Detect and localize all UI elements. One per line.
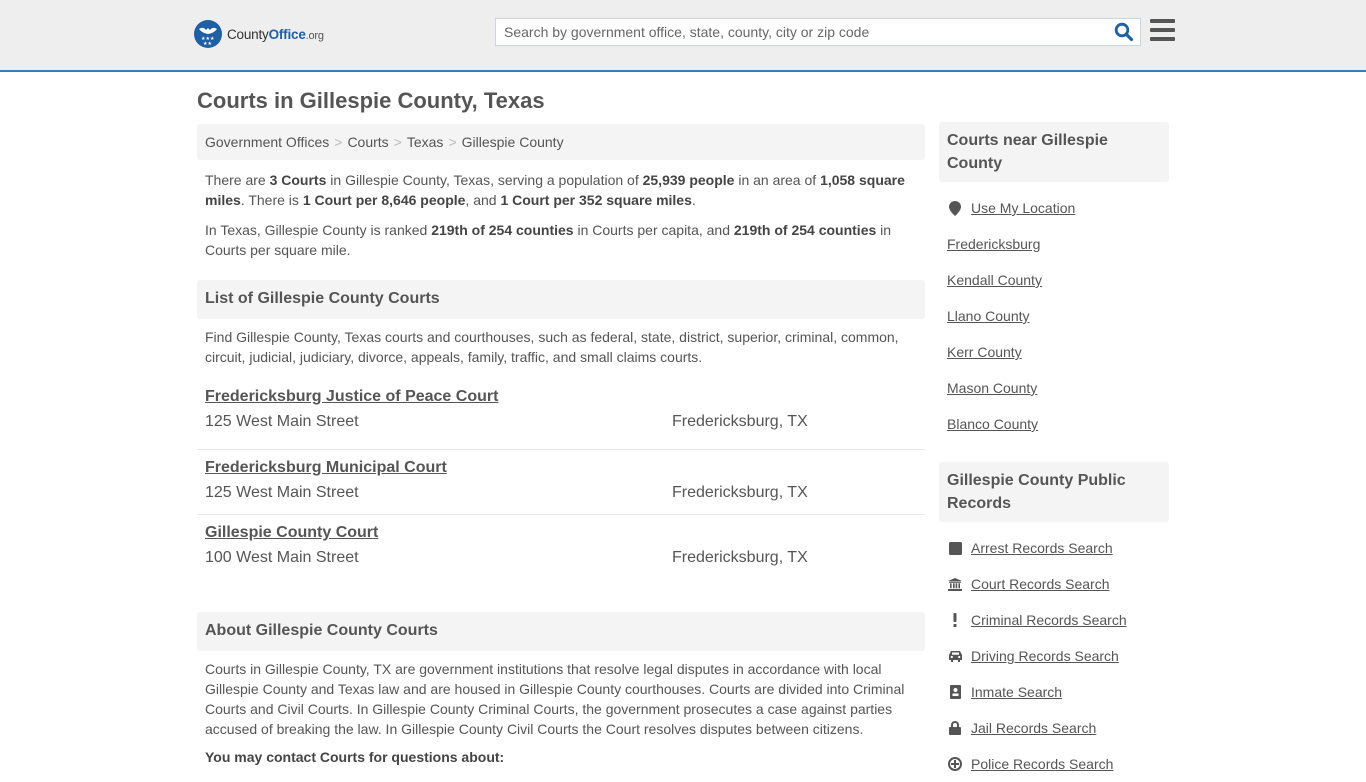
nearby-court-link[interactable]: Kerr County [947,344,1022,360]
driving-records-link[interactable]: Driving Records Search [971,648,1119,664]
public-record-item: Arrest Records Search [947,530,1161,566]
nearby-court-link[interactable]: Llano County [947,308,1030,324]
about-section-text: Courts in Gillespie County, TX are gover… [205,661,905,737]
court-list: Fredericksburg Justice of Peace Court 12… [197,385,925,580]
hamburger-menu-icon[interactable] [1150,19,1175,41]
breadcrumb-separator: > [448,134,457,150]
breadcrumb-gillespie-county[interactable]: Gillespie County [462,134,564,150]
public-record-item: Police Records Search [947,746,1161,782]
public-record-item: Driving Records Search [947,638,1161,674]
use-my-location-item: Use My Location [947,190,1161,226]
site-logo[interactable]: ★★★ ★★ CountyOffice.org [194,20,324,48]
main-content: Government Offices > Courts > Texas > Gillespi… [197,124,925,765]
court-records-link[interactable]: Court Records Search [971,576,1110,592]
eagle-logo-icon: ★★★ ★★ [194,20,222,48]
nearby-courts-list: Use My Location Fredericksburg Kendall C… [939,190,1169,442]
nearby-court-item: Mason County [947,370,1161,406]
jail-records-link[interactable]: Jail Records Search [971,720,1096,736]
svg-text:★★: ★★ [203,41,212,47]
criminal-records-link[interactable]: Criminal Records Search [971,612,1127,628]
public-record-item: Inmate Search [947,674,1161,710]
police-records-link[interactable]: Police Records Search [971,756,1113,772]
court-address: 100 West Main Street [205,549,359,566]
court-list-item: Fredericksburg Municipal Court 125 West … [197,450,925,515]
arrest-records-link[interactable]: Arrest Records Search [971,540,1113,556]
nearby-court-item: Llano County [947,298,1161,334]
exclamation-icon [947,612,963,628]
court-address: 125 West Main Street [205,484,359,501]
page-title: Courts in Gillespie County, Texas [197,88,545,113]
public-record-item: Criminal Records Search [947,602,1161,638]
court-name-link[interactable]: Gillespie County Court [205,524,378,542]
search-input[interactable] [496,19,1096,45]
courthouse-icon [947,576,963,592]
court-list-item: Gillespie County Court 100 West Main Str… [197,515,925,580]
logo-text: CountyOffice.org [227,26,324,42]
sidebar: Courts near Gillespie County Use My Loca… [939,122,1169,782]
inmate-search-link[interactable]: Inmate Search [971,684,1062,700]
breadcrumb-courts[interactable]: Courts [347,134,388,150]
list-section-heading: List of Gillespie County Courts [197,280,925,319]
about-section-heading: About Gillespie County Courts [197,612,925,651]
nearby-court-item: Blanco County [947,406,1161,442]
id-badge-icon [947,684,963,700]
intro-stats-paragraph: There are 3 Courts in Gillespie County, … [205,172,905,208]
breadcrumb-separator: > [393,134,402,150]
public-records-list: Arrest Records Search Court Records Sear… [939,530,1169,782]
public-record-item: Jail Records Search [947,710,1161,746]
breadcrumb: Government Offices > Courts > Texas > Gillespi… [197,124,925,160]
map-marker-icon [947,200,963,216]
court-name-link[interactable]: Fredericksburg Municipal Court [205,459,447,477]
court-address: 125 West Main Street [205,413,359,430]
site-header: ★★★ ★★ CountyOffice.org [0,0,1366,72]
nearby-court-link[interactable]: Mason County [947,380,1037,396]
court-list-item: Fredericksburg Justice of Peace Court 12… [197,385,925,450]
court-city: Fredericksburg, TX [672,484,808,501]
search-box [495,18,1141,46]
breadcrumb-texas[interactable]: Texas [407,134,444,150]
breadcrumb-separator: > [334,134,343,150]
nearby-court-item: Fredericksburg [947,226,1161,262]
search-icon[interactable] [1114,22,1134,42]
court-name-link[interactable]: Fredericksburg Justice of Peace Court [205,388,498,406]
nearby-courts-heading: Courts near Gillespie County [939,122,1169,182]
use-my-location-link[interactable]: Use My Location [971,200,1075,216]
contact-question: You may contact Courts for questions abo… [205,749,505,765]
list-section-description: Find Gillespie County, Texas courts and … [205,329,899,365]
car-icon [947,648,963,664]
breadcrumb-government-offices[interactable]: Government Offices [205,134,329,150]
nearby-court-link[interactable]: Fredericksburg [947,236,1040,252]
nearby-court-link[interactable]: Kendall County [947,272,1042,288]
court-city: Fredericksburg, TX [672,413,808,430]
public-record-item: Court Records Search [947,566,1161,602]
nearby-court-item: Kerr County [947,334,1161,370]
police-icon [947,756,963,772]
nearby-court-item: Kendall County [947,262,1161,298]
square-icon [947,540,963,556]
court-city: Fredericksburg, TX [672,549,808,566]
lock-icon [947,720,963,736]
public-records-heading: Gillespie County Public Records [939,462,1169,522]
nearby-court-link[interactable]: Blanco County [947,416,1038,432]
intro-ranking-paragraph: In Texas, Gillespie County is ranked 219… [205,222,892,258]
